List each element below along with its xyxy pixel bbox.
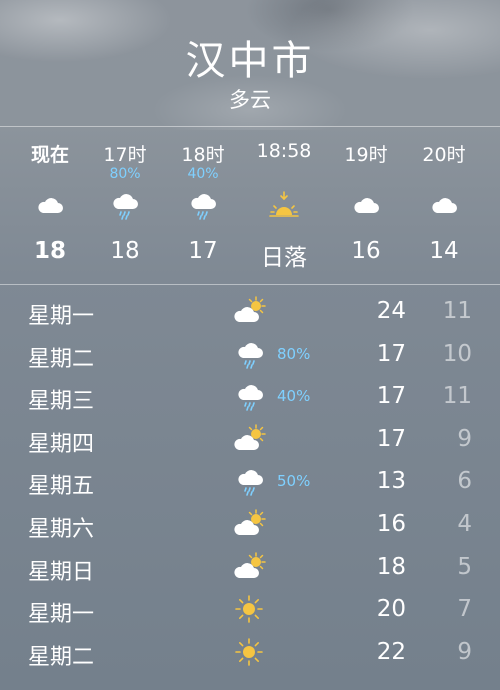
low-temp: 7 xyxy=(457,596,472,623)
precip-chance: 80% xyxy=(109,166,141,182)
hour-temp: 17 xyxy=(188,238,218,264)
hour-column: 17时 80% 18 xyxy=(85,128,165,282)
high-temp: 13 xyxy=(376,468,406,495)
hour-temp: 日落 xyxy=(261,245,307,271)
high-temp: 17 xyxy=(376,425,406,452)
partly-cloudy-icon xyxy=(234,509,268,539)
hour-temp: 16 xyxy=(351,238,381,264)
divider xyxy=(0,126,500,127)
low-temp: 6 xyxy=(457,468,472,495)
day-name: 星期一 xyxy=(28,304,95,329)
day-row: 星期一 20 7 xyxy=(0,590,500,633)
sun-icon xyxy=(234,637,268,667)
hour-time: 18时 xyxy=(181,144,225,166)
hour-time: 现在 xyxy=(30,144,69,166)
day-row: 星期四 17 9 xyxy=(0,420,500,463)
cloud-rain-icon xyxy=(234,466,268,497)
low-temp: 9 xyxy=(457,638,472,665)
day-name: 星期三 xyxy=(28,389,95,415)
city-name: 汉中市 xyxy=(185,38,315,84)
sunset-icon xyxy=(268,190,300,222)
hour-temp: 18 xyxy=(33,238,66,264)
partly-cloudy-icon xyxy=(234,551,268,582)
partly-cloudy-icon xyxy=(234,424,268,454)
cloud-icon xyxy=(428,190,460,222)
hour-time: 19时 xyxy=(344,144,388,166)
sun-icon xyxy=(234,594,268,624)
cloud-icon xyxy=(350,190,382,222)
high-temp: 18 xyxy=(376,553,406,580)
day-name: 星期二 xyxy=(28,644,95,670)
hourly-forecast[interactable]: 现在 18 17时 80% 18 18时 40% 17 18:58 日落 19时 16 20时 14 xyxy=(0,128,500,282)
hour-column: 18时 40% 17 xyxy=(163,128,243,282)
low-temp: 11 xyxy=(442,298,472,324)
hour-temp: 14 xyxy=(429,238,459,264)
precip-chance: 50% xyxy=(277,472,311,491)
day-row: 星期二 22 9 xyxy=(0,633,500,676)
current-condition: 多云 xyxy=(229,88,271,112)
precip-chance: 40% xyxy=(187,166,219,182)
day-row: 星期五 50% 13 6 xyxy=(0,462,500,505)
hour-time: 20时 xyxy=(422,144,466,166)
day-row: 星期一 24 11 xyxy=(0,292,500,335)
high-temp: 20 xyxy=(376,596,406,623)
low-temp: 11 xyxy=(442,383,472,410)
low-temp: 5 xyxy=(457,553,472,580)
hour-time: 18:58 xyxy=(256,140,312,162)
daily-forecast[interactable]: 星期一 24 11 星期二 80% 17 10 星期三 40% 17 11 星期四 17 9 星期五 50% 1… xyxy=(0,292,500,675)
hour-column: 19时 16 xyxy=(326,128,406,282)
day-name: 星期四 xyxy=(28,431,95,457)
cloud-rain-icon xyxy=(234,381,268,411)
location-header: 汉中市 多云 xyxy=(0,0,500,126)
partly-cloudy-icon xyxy=(234,296,268,326)
day-row: 星期二 80% 17 10 xyxy=(0,335,500,378)
day-name: 星期五 xyxy=(28,474,95,500)
day-row: 星期六 16 4 xyxy=(0,505,500,548)
cloud-rain-icon xyxy=(109,190,141,222)
high-temp: 17 xyxy=(376,340,406,367)
divider xyxy=(0,284,500,285)
low-temp: 4 xyxy=(457,510,472,537)
precip-chance: 40% xyxy=(277,387,311,406)
hour-temp: 18 xyxy=(110,238,140,264)
precip-chance: 80% xyxy=(277,344,311,363)
day-row: 星期三 40% 17 11 xyxy=(0,377,500,420)
day-name: 星期二 xyxy=(28,346,95,372)
high-temp: 24 xyxy=(376,298,406,324)
hour-column: 18:58 日落 xyxy=(244,128,324,282)
low-temp: 9 xyxy=(457,425,472,452)
high-temp: 16 xyxy=(376,510,406,537)
cloud-icon xyxy=(34,190,66,222)
hour-column: 20时 14 xyxy=(404,128,484,282)
cloud-rain-icon xyxy=(234,339,268,369)
day-name: 星期六 xyxy=(28,516,95,542)
hour-time: 17时 xyxy=(103,144,147,166)
cloud-rain-icon xyxy=(187,190,219,222)
hour-column: 现在 18 xyxy=(10,128,90,282)
day-row: 星期日 18 5 xyxy=(0,548,500,591)
high-temp: 22 xyxy=(376,638,406,665)
day-name: 星期一 xyxy=(28,602,95,628)
low-temp: 10 xyxy=(442,340,472,367)
high-temp: 17 xyxy=(376,383,406,410)
day-name: 星期日 xyxy=(28,559,95,585)
